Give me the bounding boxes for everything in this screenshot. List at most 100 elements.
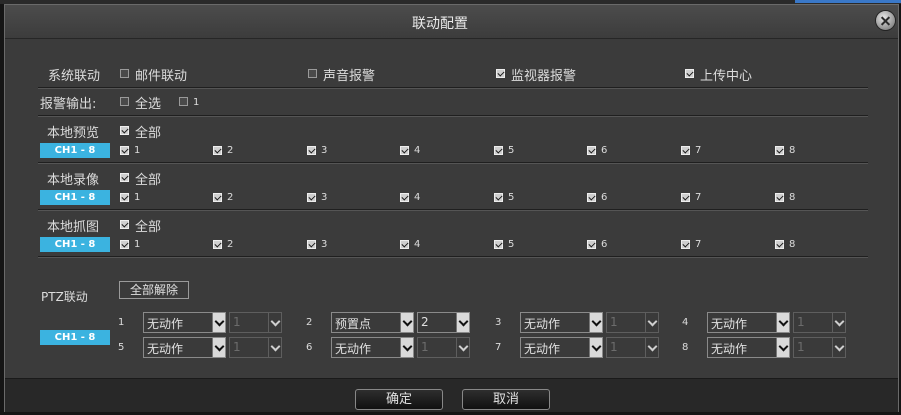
ptz-action-select[interactable]: 预置点 (331, 312, 414, 333)
channel-checkbox[interactable] (120, 193, 129, 202)
channel-checkbox[interactable] (681, 240, 690, 249)
channel-checkbox[interactable] (775, 240, 784, 249)
channel-checkbox[interactable] (587, 193, 596, 202)
top-blue-bar (795, 0, 901, 3)
ptz-channel-label: 6 (306, 342, 313, 353)
ptz-value: 1 (797, 340, 805, 354)
channel-checkbox[interactable] (681, 146, 690, 155)
ptz-action-value: 无动作 (147, 342, 184, 356)
ptz-channel-label: 2 (306, 317, 313, 328)
channel-checkbox[interactable] (494, 193, 503, 202)
channel-checkbox[interactable] (587, 240, 596, 249)
channel-label: 5 (508, 192, 515, 203)
ptz-action-select[interactable]: 无动作 (143, 312, 226, 333)
system-link-option-checkbox[interactable] (496, 69, 505, 78)
ptz-value: 1 (233, 340, 241, 354)
channel-checkbox[interactable] (494, 240, 503, 249)
channel-checkbox[interactable] (400, 146, 409, 155)
channel-checkbox[interactable] (400, 193, 409, 202)
section-all-label: 全部 (135, 220, 162, 235)
channel-label: 4 (414, 145, 421, 156)
channel-label: 1 (134, 192, 141, 203)
section-label: 本地录像 (47, 173, 100, 188)
chevron-down-icon[interactable] (400, 338, 413, 357)
channel-checkbox[interactable] (307, 240, 316, 249)
ptz-channel-label: 8 (682, 342, 689, 353)
ok-button[interactable]: 确定 (355, 389, 443, 410)
section-all-label: 全部 (135, 173, 162, 188)
chevron-down-icon[interactable] (400, 313, 413, 332)
chevron-down-icon[interactable] (212, 313, 225, 332)
footer-bar: 确定 取消 (5, 378, 898, 412)
link-config-dialog: 联动配置 系统联动 邮件联动 声音报警 监视器报警 上传中心 报警输出: 全选 1 本… (4, 4, 899, 412)
alarm-output-select-all-checkbox[interactable] (120, 97, 129, 106)
ptz-channel-label: 1 (118, 317, 125, 328)
ptz-value: 1 (233, 315, 241, 329)
channel-label: 3 (321, 145, 328, 156)
ptz-channel-label: 7 (495, 342, 502, 353)
chevron-down-icon (268, 338, 281, 357)
channel-checkbox[interactable] (307, 193, 316, 202)
channel-checkbox[interactable] (494, 146, 503, 155)
ptz-value-select: 1 (606, 337, 659, 358)
channel-checkbox[interactable] (587, 146, 596, 155)
channel-label: 8 (789, 145, 796, 156)
ptz-value: 1 (610, 315, 618, 329)
channel-checkbox[interactable] (213, 240, 222, 249)
chevron-down-icon[interactable] (776, 313, 789, 332)
ptz-action-value: 无动作 (335, 342, 372, 356)
chevron-down-icon[interactable] (456, 313, 469, 332)
ptz-channel-label: 3 (495, 317, 502, 328)
channel-checkbox[interactable] (307, 146, 316, 155)
section-all-checkbox[interactable] (120, 126, 129, 135)
channel-range-badge: CH1 - 8 (40, 237, 110, 252)
section-all-checkbox[interactable] (120, 220, 129, 229)
ptz-label: PTZ联动 (41, 286, 88, 305)
ptz-action-select[interactable]: 无动作 (520, 312, 603, 333)
ptz-value-select: 1 (229, 312, 282, 333)
chevron-down-icon[interactable] (589, 338, 602, 357)
ptz-value: 2 (421, 315, 429, 329)
ptz-action-select[interactable]: 无动作 (520, 337, 603, 358)
channel-label: 4 (414, 239, 421, 250)
channel-checkbox[interactable] (775, 193, 784, 202)
channel-label: 5 (508, 145, 515, 156)
system-link-option-checkbox[interactable] (685, 69, 694, 78)
channel-checkbox[interactable] (681, 193, 690, 202)
channel-checkbox[interactable] (120, 146, 129, 155)
chevron-down-icon (832, 313, 845, 332)
chevron-down-icon (645, 338, 658, 357)
channel-checkbox[interactable] (213, 146, 222, 155)
divider (38, 162, 868, 164)
release-all-button[interactable]: 全部解除 (119, 281, 189, 299)
channel-label: 7 (695, 145, 702, 156)
chevron-down-icon[interactable] (589, 313, 602, 332)
section-all-checkbox[interactable] (120, 173, 129, 182)
chevron-down-icon[interactable] (776, 338, 789, 357)
channel-checkbox[interactable] (213, 193, 222, 202)
channel-label: 8 (789, 192, 796, 203)
ptz-action-select[interactable]: 无动作 (331, 337, 414, 358)
close-icon[interactable] (876, 11, 895, 30)
channel-label: 1 (134, 239, 141, 250)
chevron-down-icon (456, 338, 469, 357)
system-link-option-checkbox[interactable] (120, 69, 129, 78)
system-link-option-label: 监视器报警 (511, 69, 577, 84)
channel-checkbox[interactable] (120, 240, 129, 249)
ptz-label-text: PTZ联动 (41, 290, 88, 304)
cancel-button[interactable]: 取消 (462, 389, 550, 410)
system-link-option-label: 声音报警 (323, 69, 376, 84)
ptz-action-select[interactable]: 无动作 (143, 337, 226, 358)
channel-checkbox[interactable] (400, 240, 409, 249)
ptz-action-select[interactable]: 无动作 (707, 312, 790, 333)
channel-checkbox[interactable] (775, 146, 784, 155)
ptz-action-value: 预置点 (335, 317, 372, 331)
chevron-down-icon[interactable] (212, 338, 225, 357)
system-link-option-checkbox[interactable] (308, 69, 317, 78)
ptz-action-value: 无动作 (147, 317, 184, 331)
alarm-output-1-checkbox[interactable] (179, 97, 188, 106)
ptz-action-select[interactable]: 无动作 (707, 337, 790, 358)
channel-label: 7 (695, 192, 702, 203)
channel-label: 3 (321, 239, 328, 250)
ptz-value-select[interactable]: 2 (417, 312, 470, 333)
